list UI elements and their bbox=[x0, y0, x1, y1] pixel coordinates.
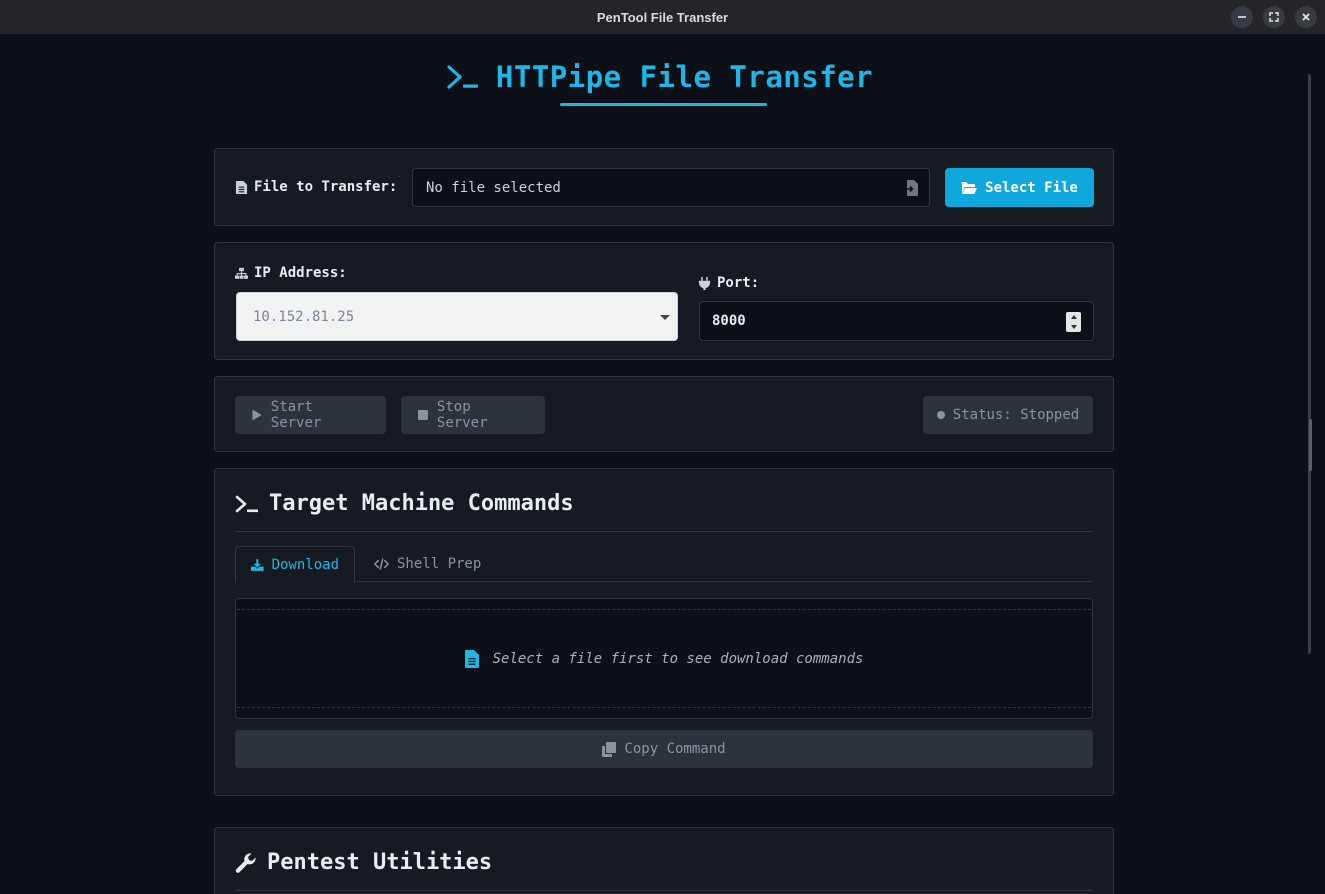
start-server-label: Start Server bbox=[270, 399, 322, 431]
status-badge: Status: Stopped bbox=[923, 396, 1093, 434]
main-content: HTTPipe File Transfer File to Transfer: … bbox=[4, 34, 1315, 894]
wrench-icon bbox=[235, 852, 256, 873]
copy-command-label: Copy Command bbox=[624, 741, 726, 757]
chevron-down-icon bbox=[660, 315, 670, 320]
tab-shell-prep-label: Shell Prep bbox=[397, 556, 482, 572]
close-button[interactable] bbox=[1295, 6, 1317, 28]
ip-label: IP Address: bbox=[235, 265, 347, 281]
port-label-text: Port: bbox=[717, 275, 760, 291]
folder-open-icon bbox=[961, 181, 978, 194]
terminal-icon bbox=[235, 495, 258, 512]
port-input[interactable]: 8000 bbox=[699, 301, 1094, 341]
tab-download[interactable]: Download bbox=[235, 546, 355, 583]
ip-address-select[interactable]: 10.152.81.25 bbox=[236, 292, 678, 341]
network-icon bbox=[235, 267, 248, 279]
window-title: PenTool File Transfer bbox=[596, 9, 729, 25]
command-placeholder: Select a file first to see download comm… bbox=[237, 609, 1091, 708]
scrollbar-thumb[interactable] bbox=[1309, 419, 1312, 471]
tab-download-label: Download bbox=[271, 556, 339, 573]
utilities-title: Pentest Utilities bbox=[267, 850, 493, 875]
commands-heading: Target Machine Commands bbox=[235, 491, 574, 516]
status-text: Status: Stopped bbox=[952, 407, 1080, 423]
stop-server-button[interactable]: Stop Server bbox=[401, 396, 545, 434]
server-card: Start Server Stop Server Status: Stopped bbox=[214, 376, 1114, 452]
file-import-icon bbox=[905, 180, 918, 196]
page-title: HTTPipe File Transfer bbox=[495, 60, 874, 94]
window-titlebar: PenTool File Transfer bbox=[0, 0, 1325, 34]
play-icon bbox=[252, 409, 262, 421]
copy-command-button[interactable]: Copy Command bbox=[235, 730, 1093, 768]
close-icon bbox=[1302, 13, 1310, 21]
tab-shell-prep[interactable]: Shell Prep bbox=[359, 546, 496, 582]
commands-card: Target Machine Commands Download Shell P… bbox=[214, 468, 1114, 796]
file-path-value: No file selected bbox=[426, 179, 561, 196]
command-output-box: Select a file first to see download comm… bbox=[235, 598, 1093, 719]
maximize-icon bbox=[1269, 12, 1279, 22]
title-underline bbox=[560, 103, 767, 106]
maximize-button[interactable] bbox=[1263, 6, 1285, 28]
file-label: File to Transfer: bbox=[235, 179, 397, 195]
download-icon bbox=[251, 558, 264, 571]
utilities-heading: Pentest Utilities bbox=[235, 850, 492, 875]
window-controls bbox=[1231, 6, 1317, 28]
section-divider bbox=[235, 531, 1093, 532]
select-file-button[interactable]: Select File bbox=[945, 168, 1094, 207]
ip-label-text: IP Address: bbox=[254, 265, 347, 281]
copy-icon bbox=[602, 741, 617, 757]
ip-address-value: 10.152.81.25 bbox=[253, 308, 355, 325]
utilities-card: Pentest Utilities bbox=[214, 827, 1114, 894]
port-label: Port: bbox=[698, 275, 759, 291]
port-stepper[interactable] bbox=[1066, 312, 1081, 332]
stepper-up-icon[interactable] bbox=[1070, 315, 1077, 319]
minimize-button[interactable] bbox=[1231, 6, 1253, 28]
plug-icon bbox=[698, 276, 711, 290]
section-divider bbox=[235, 890, 1093, 891]
start-server-button[interactable]: Start Server bbox=[235, 396, 386, 434]
status-dot-icon bbox=[936, 411, 945, 419]
file-label-text: File to Transfer: bbox=[254, 179, 398, 195]
select-file-label: Select File bbox=[985, 179, 1078, 196]
file-path-input[interactable]: No file selected bbox=[412, 168, 930, 207]
commands-title: Target Machine Commands bbox=[269, 491, 574, 516]
code-icon bbox=[374, 558, 389, 570]
network-card: IP Address: 10.152.81.25 Port: 8000 bbox=[214, 242, 1114, 360]
command-placeholder-text: Select a file first to see download comm… bbox=[492, 650, 864, 667]
app-header: HTTPipe File Transfer bbox=[4, 60, 1315, 94]
scrollbar-track[interactable] bbox=[1308, 74, 1311, 654]
command-tabs: Download Shell Prep bbox=[235, 546, 1093, 583]
stop-icon bbox=[417, 410, 428, 420]
terminal-icon bbox=[447, 65, 478, 89]
minimize-icon bbox=[1238, 16, 1246, 18]
stop-server-label: Stop Server bbox=[436, 399, 488, 431]
port-value: 8000 bbox=[712, 313, 746, 329]
file-icon bbox=[235, 180, 248, 194]
stepper-down-icon[interactable] bbox=[1070, 325, 1077, 329]
file-icon bbox=[464, 649, 479, 668]
file-card: File to Transfer: No file selected Selec… bbox=[214, 148, 1114, 226]
